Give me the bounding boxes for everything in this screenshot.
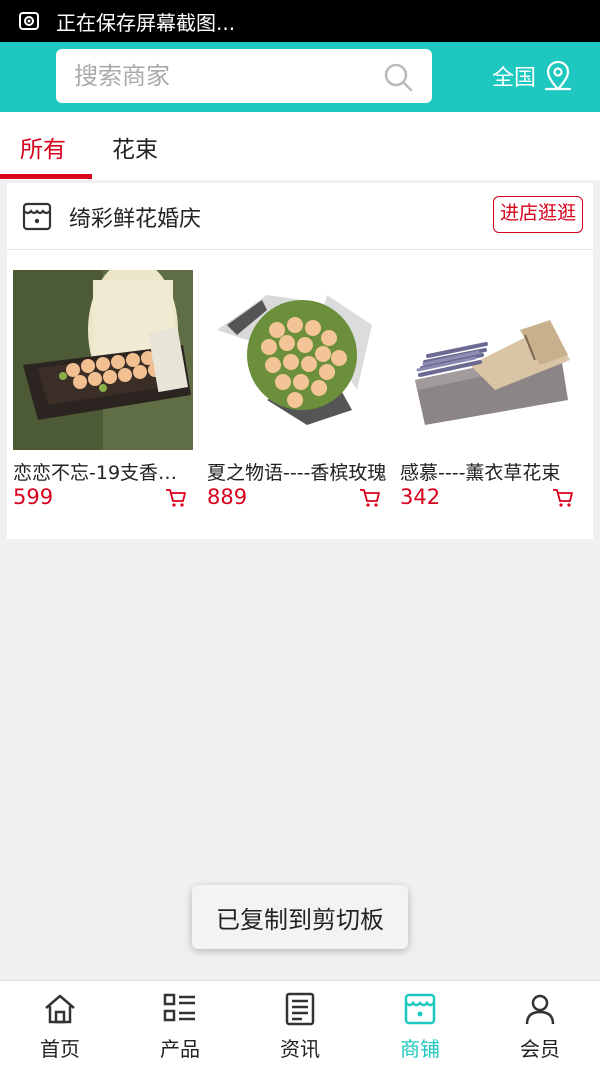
shop-header[interactable]: 绮彩鲜花婚庆 进店逛逛 xyxy=(7,183,593,250)
search-icon[interactable] xyxy=(382,61,414,93)
tab-all[interactable]: 所有 xyxy=(20,130,66,164)
product-card[interactable]: 感慕----薰衣草花束 342 xyxy=(400,270,580,509)
product-card[interactable]: 恋恋不忘-19支香槟玫瑰 599 xyxy=(13,270,193,509)
nav-label: 首页 xyxy=(40,1037,80,1061)
product-image xyxy=(207,270,387,450)
nav-label: 会员 xyxy=(520,1037,560,1061)
location-pin-icon xyxy=(544,60,572,91)
top-header: 全国 xyxy=(0,42,600,112)
nav-home[interactable]: 首页 xyxy=(0,981,120,1067)
store-icon xyxy=(22,202,52,231)
active-tab-indicator xyxy=(0,174,92,179)
visit-shop-button[interactable]: 进店逛逛 xyxy=(492,196,583,233)
product-name: 恋恋不忘-19支香槟玫瑰 xyxy=(13,462,193,484)
search-bar[interactable] xyxy=(56,49,432,103)
region-label: 全国 xyxy=(492,66,537,91)
nav-label: 资讯 xyxy=(280,1037,320,1061)
region-selector[interactable]: 全国 xyxy=(492,59,574,93)
user-icon xyxy=(525,994,555,1025)
product-image xyxy=(13,270,193,450)
nav-member[interactable]: 会员 xyxy=(480,981,600,1067)
shop-icon xyxy=(404,993,436,1025)
news-icon xyxy=(285,992,315,1026)
home-icon xyxy=(45,994,75,1024)
product-card[interactable]: 夏之物语----香槟玫瑰 889 xyxy=(207,270,387,509)
nav-news[interactable]: 资讯 xyxy=(240,981,360,1067)
shop-card: 绮彩鲜花婚庆 进店逛逛 恋恋不忘-19支香槟玫瑰 599 xyxy=(7,183,593,539)
nav-products[interactable]: 产品 xyxy=(120,981,240,1067)
nav-label: 商铺 xyxy=(400,1037,440,1061)
nav-shops[interactable]: 商铺 xyxy=(360,981,480,1067)
status-text: 正在保存屏幕截图... xyxy=(56,10,236,35)
product-grid-icon xyxy=(163,993,195,1022)
product-name: 感慕----薰衣草花束 xyxy=(400,462,561,484)
category-tabs: 所有 花束 xyxy=(0,112,600,180)
product-image xyxy=(400,270,580,450)
product-name: 夏之物语----香槟玫瑰 xyxy=(207,462,387,484)
screenshot-icon xyxy=(19,12,39,30)
nav-label: 产品 xyxy=(160,1037,200,1061)
cart-icon[interactable] xyxy=(359,487,381,509)
tab-bouquet[interactable]: 花束 xyxy=(112,130,158,164)
cart-icon[interactable] xyxy=(165,487,187,509)
status-bar: 正在保存屏幕截图... xyxy=(0,0,600,42)
search-input[interactable] xyxy=(74,62,374,90)
toast-message: 已复制到剪切板 xyxy=(192,885,408,949)
shop-name: 绮彩鲜花婚庆 xyxy=(69,207,202,232)
cart-icon[interactable] xyxy=(552,487,574,509)
bottom-navigation: 首页 产品 资讯 商铺 会员 xyxy=(0,980,600,1067)
